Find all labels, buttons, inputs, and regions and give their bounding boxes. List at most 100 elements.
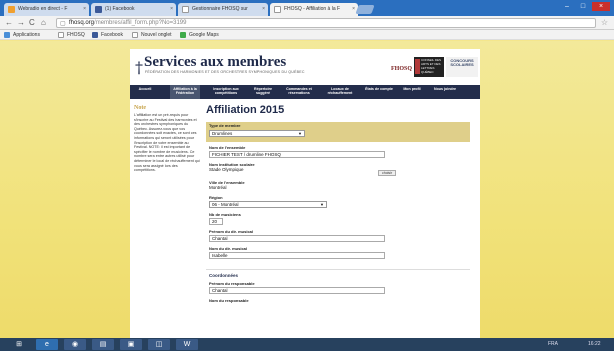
file-explorer-icon[interactable]: ▤ (92, 339, 114, 350)
city-value: Montréal (209, 185, 227, 190)
forward-arrow-icon[interactable]: → (17, 18, 25, 28)
site-navbar: Accueil Affiliation à la Fédération Insc… (130, 85, 480, 99)
conductor-logo-icon: † (135, 58, 143, 77)
page-tab-icon (274, 6, 281, 13)
browser-tab-affiliation[interactable]: FHOSQ - Affiliation à la F × (270, 3, 358, 16)
tab-close-icon[interactable]: × (83, 6, 86, 12)
tab-close-icon[interactable]: × (352, 6, 355, 12)
nav-repertoire[interactable]: Répertoire suggéré (250, 87, 276, 95)
bookmark-new-tab[interactable]: Nouvel onglet (132, 31, 172, 39)
browser-titlebar: Webradio en direct - F × (1) Facebook × … (0, 0, 614, 16)
page-info-icon: ▢ (60, 21, 66, 27)
badge-text: CONSEIL DES ARTS ET DES LETTRES QUÉBEC (421, 58, 442, 74)
minimize-icon[interactable]: – (560, 2, 574, 11)
browser-tab-webradio[interactable]: Webradio en direct - F × (4, 3, 89, 16)
nav-locaux[interactable]: Locaux de réchauffement (322, 87, 358, 95)
tab-label: Webradio en direct - F (18, 6, 68, 12)
site-subtitle: FÉDÉRATION DES HARMONIES ET DES ORCHESTR… (145, 70, 305, 74)
nav-inscription[interactable]: Inscription aux compétitions (208, 87, 244, 95)
bookmark-star-icon[interactable]: ☆ (601, 18, 608, 27)
note-sidebar: Note L'affiliation est un pré-requis pou… (134, 105, 200, 173)
bookmark-facebook[interactable]: Facebook (92, 31, 123, 39)
bookmark-label: Nouvel onglet (141, 32, 172, 38)
browser-toolbar: ← → C ⌂ ▢ fhosq.org/membres/affil_form.p… (0, 16, 614, 30)
fhosq-logo: FHOSQ (391, 66, 413, 72)
site-title: Services aux membres (144, 54, 287, 70)
bookmark-label: Google Maps (189, 32, 219, 38)
resp-first-input[interactable]: Chantal (209, 287, 385, 294)
coordinates-heading: Coordonnées (209, 273, 239, 278)
page-title: Affiliation 2015 (206, 104, 285, 116)
member-type-select[interactable]: Drumlines ▼ (209, 130, 305, 137)
windows-taskbar: ⊞ e ◉ ▤ ▣ ◫ W FRA 16:22 (0, 338, 614, 351)
choose-institution-button[interactable]: choisir (378, 170, 397, 176)
tray-language[interactable]: FRA (548, 341, 558, 347)
note-text: L'affiliation est un pré-requis pour s'i… (134, 113, 200, 173)
nav-affiliation[interactable]: Affiliation à la Fédération (170, 85, 200, 99)
tab-close-icon[interactable]: × (262, 6, 265, 12)
maximize-icon[interactable]: □ (576, 2, 590, 11)
nav-mon-profil[interactable]: Mon profil (400, 87, 424, 91)
page-icon (58, 32, 64, 38)
site-header: † Services aux membres FÉDÉRATION DES HA… (130, 49, 480, 83)
partner-logo-concours: CONCOURS SCOLAIRES (446, 57, 478, 77)
select-value: Drumlines (212, 131, 233, 136)
chrome-icon[interactable]: ◉ (64, 339, 86, 350)
bookmarks-bar: Applications FHOSQ Facebook Nouvel ongle… (0, 30, 614, 40)
browser-tab-facebook[interactable]: (1) Facebook × (91, 3, 176, 16)
affiliation-form: Affiliation 2015 Type de membre Drumline… (204, 99, 472, 338)
nav-nous-joindre[interactable]: Nous joindre (430, 87, 460, 91)
internet-explorer-icon[interactable]: e (36, 339, 58, 350)
dropdown-arrow-icon: ▼ (298, 131, 302, 136)
bookmark-label: FHOSQ (67, 32, 85, 38)
bookmark-fhosq[interactable]: FHOSQ (58, 31, 85, 39)
word-icon[interactable]: W (176, 339, 198, 350)
bookmark-applications[interactable]: Applications (4, 31, 40, 39)
institution-value: Stade Olympique (209, 167, 244, 172)
ensemble-name-input[interactable]: FICHIER TEST / drumline FHOSQ (209, 151, 385, 158)
tab-label: (1) Facebook (105, 6, 135, 12)
resp-last-label: Nom du responsable (209, 298, 249, 303)
home-icon[interactable]: ⌂ (41, 18, 46, 28)
musicians-input[interactable]: 20 (209, 218, 223, 225)
note-title: Note (134, 105, 146, 111)
nav-etats-compte[interactable]: États de compte (364, 87, 394, 91)
web-page: † Services aux membres FÉDÉRATION DES HA… (0, 41, 614, 338)
bookmark-google-maps[interactable]: Google Maps (180, 31, 219, 39)
facebook-tab-icon (95, 6, 102, 13)
director-first-input[interactable]: Chantal (209, 235, 385, 242)
radio-tab-icon (8, 6, 15, 13)
bookmark-label: Facebook (101, 32, 123, 38)
director-first-label: Prénom du dir. musical (209, 229, 254, 234)
tab-label: Gestionnaire FHOSQ sur (192, 6, 248, 12)
partner-logo-calq: CONSEIL DES ARTS ET DES LETTRES QUÉBEC (414, 57, 444, 77)
dropdown-arrow-icon: ▼ (320, 202, 324, 207)
tab-close-icon[interactable]: × (170, 6, 173, 12)
url-path: /membres/affil_form.php?No=3199 (94, 20, 187, 26)
nav-accueil[interactable]: Accueil (136, 87, 154, 91)
page-container: † Services aux membres FÉDÉRATION DES HA… (130, 49, 480, 338)
director-last-label: Nom du dir. musical (209, 246, 248, 251)
new-tab-button[interactable] (355, 5, 375, 14)
media-icon[interactable]: ▣ (120, 339, 142, 350)
musicians-label: Nb de musiciens (209, 212, 241, 217)
browser-tab-gestionnaire[interactable]: Gestionnaire FHOSQ sur × (178, 3, 268, 16)
map-pin-icon (180, 32, 186, 38)
nav-commandes[interactable]: Commandes et réservations (282, 87, 316, 95)
ensemble-name-label: Nom de l'ensemble (209, 145, 246, 150)
url-host: fhosq.org (69, 20, 95, 26)
facebook-icon (92, 32, 98, 38)
director-last-input[interactable]: Isabelle (209, 252, 385, 259)
tray-clock[interactable]: 16:22 (588, 341, 601, 347)
region-label: Région (209, 195, 223, 200)
bookmark-label: Applications (13, 32, 40, 38)
outlook-icon[interactable]: ◫ (148, 339, 170, 350)
start-windows-icon[interactable]: ⊞ (8, 339, 30, 350)
back-arrow-icon[interactable]: ← (5, 18, 13, 28)
reload-icon[interactable]: C (29, 18, 35, 28)
close-window-icon[interactable]: × (592, 2, 610, 11)
page-icon (132, 32, 138, 38)
address-bar[interactable]: ▢ fhosq.org/membres/affil_form.php?No=31… (56, 18, 596, 28)
region-select[interactable]: 06 - Montréal ▼ (209, 201, 327, 208)
member-type-label: Type de membre (209, 123, 241, 128)
